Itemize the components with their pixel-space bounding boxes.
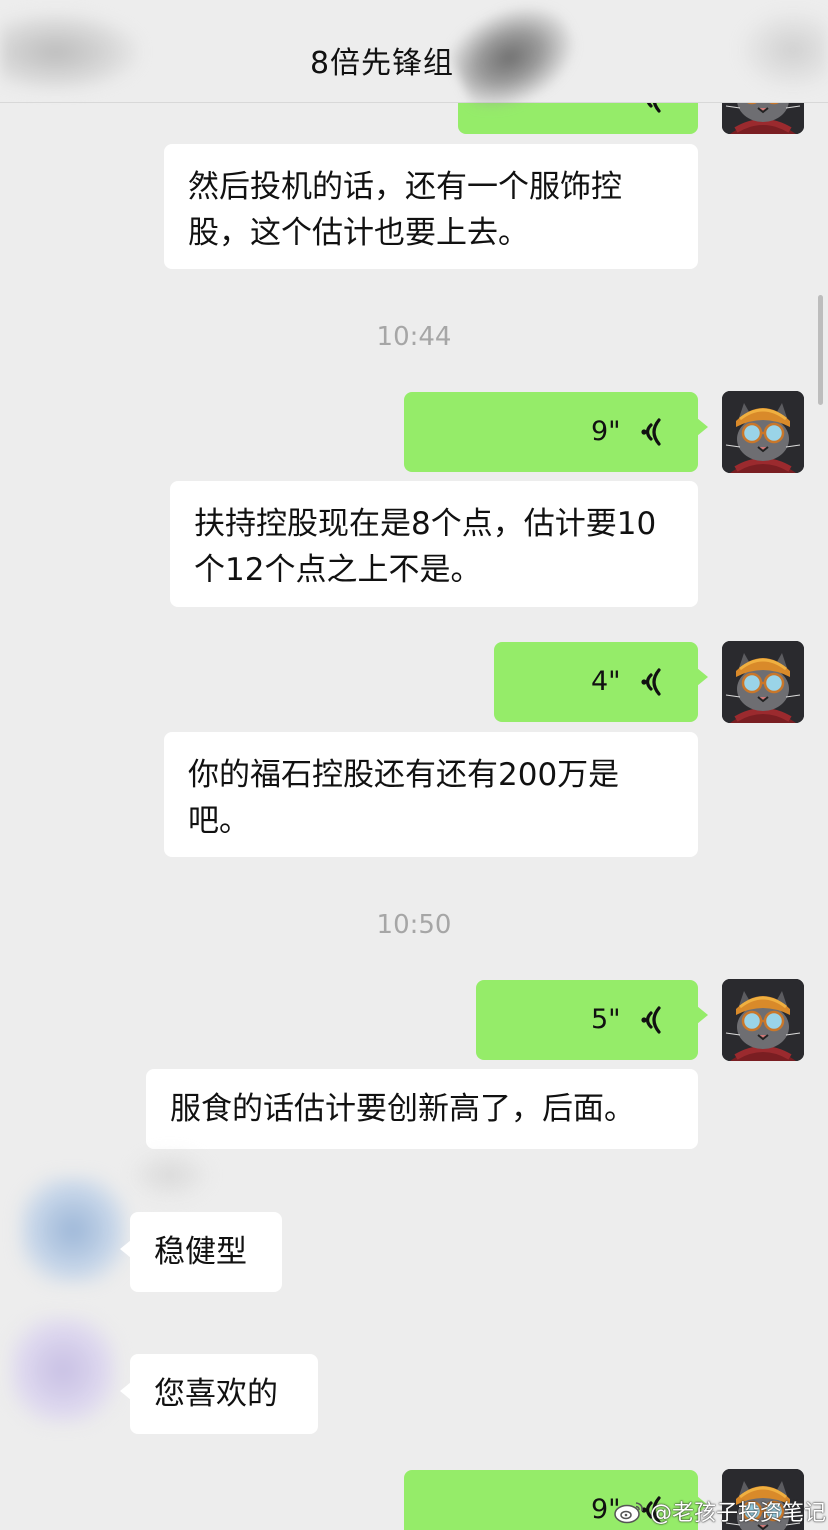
cat-avatar-icon <box>722 979 804 1061</box>
scrollbar[interactable] <box>818 295 823 405</box>
text-message[interactable]: 然后投机的话，还有一个服饰控股，这个估计也要上去。 <box>164 144 698 269</box>
message-text: 您喜欢的 <box>154 1376 278 1412</box>
blurred-avatar[interactable] <box>18 1175 128 1285</box>
cat-avatar-icon <box>722 641 804 723</box>
voice-wave-icon <box>634 1003 664 1037</box>
timestamp: 10:44 <box>376 322 452 352</box>
text-message[interactable]: 您喜欢的 <box>120 1354 318 1434</box>
voice-message[interactable]: 5" <box>476 980 708 1060</box>
message-text: 你的福石控股还有还有200万是吧。 <box>188 757 620 839</box>
chat-title: 8倍先锋组 <box>309 46 455 81</box>
watermark-text: @老孩子投资笔记 <box>650 1501 827 1526</box>
text-message[interactable]: 扶持控股现在是8个点，估计要10个12个点之上不是。 <box>170 481 698 607</box>
blurred-more-area <box>740 10 828 90</box>
watermark: @老孩子投资笔记 <box>612 1493 826 1529</box>
chat-header: 8倍先锋组 <box>0 0 828 122</box>
cat-avatar-icon <box>722 391 804 473</box>
chat-screen: 8倍先锋组 然后投机的话，还有一个服饰控股，这个估计也要上去。 10:44 9"… <box>0 0 828 1530</box>
avatar[interactable] <box>722 641 804 723</box>
message-text: 稳健型 <box>154 1234 247 1270</box>
timestamp: 10:50 <box>376 910 452 940</box>
message-text: 服食的话估计要创新高了，后面。 <box>170 1091 635 1127</box>
voice-wave-icon <box>634 415 664 449</box>
voice-wave-icon <box>634 665 664 699</box>
voice-duration: 5" <box>591 1004 621 1035</box>
weibo-logo-icon <box>614 1502 643 1524</box>
blurred-avatar[interactable] <box>8 1315 118 1425</box>
avatar[interactable] <box>722 391 804 473</box>
text-message[interactable]: 服食的话估计要创新高了，后面。 <box>146 1069 698 1149</box>
blurred-name <box>130 1150 210 1200</box>
voice-message[interactable]: 9" <box>404 392 708 472</box>
avatar[interactable] <box>722 979 804 1061</box>
voice-duration: 9" <box>591 416 621 447</box>
voice-message[interactable]: 4" <box>494 642 708 722</box>
message-text: 扶持控股现在是8个点，估计要10个12个点之上不是。 <box>194 506 657 588</box>
message-text: 然后投机的话，还有一个服饰控股，这个估计也要上去。 <box>188 169 622 251</box>
text-message[interactable]: 你的福石控股还有还有200万是吧。 <box>164 732 698 857</box>
blurred-redaction <box>441 0 589 122</box>
text-message[interactable]: 稳健型 <box>120 1212 282 1292</box>
voice-duration: 4" <box>591 666 621 697</box>
